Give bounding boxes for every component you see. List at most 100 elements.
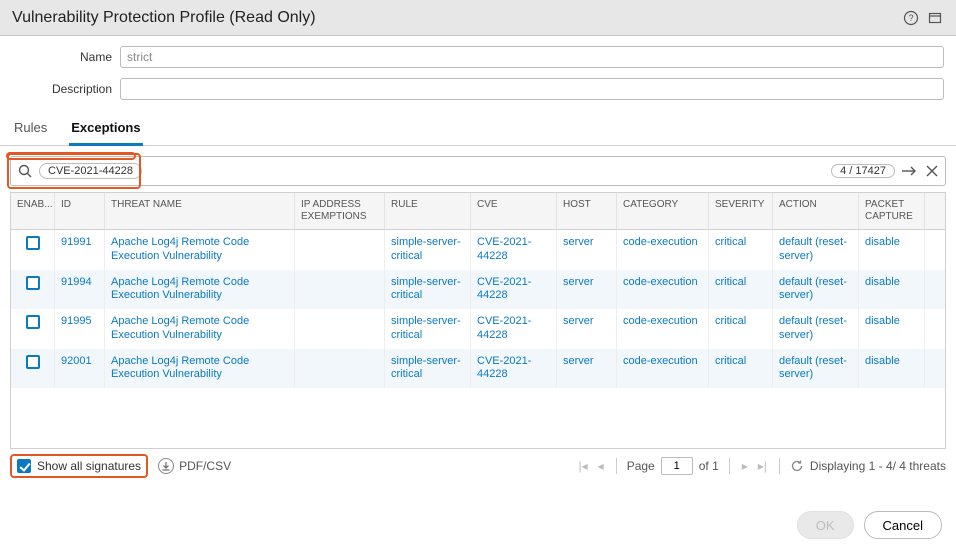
table-row[interactable]: 92001 Apache Log4j Remote Code Execution… (11, 349, 945, 389)
col-ip-exemptions[interactable]: IP ADDRESS EXEMPTIONS (295, 193, 385, 229)
page-last-icon[interactable]: ▸| (756, 459, 769, 473)
col-rule[interactable]: RULE (385, 193, 471, 229)
cell-ip-exemptions (295, 349, 385, 389)
col-cve[interactable]: CVE (471, 193, 557, 229)
col-id[interactable]: ID (55, 193, 105, 229)
col-category[interactable]: CATEGORY (617, 193, 709, 229)
table-row[interactable]: 91995 Apache Log4j Remote Code Execution… (11, 309, 945, 349)
cancel-button[interactable]: Cancel (864, 511, 942, 539)
cell-cve[interactable]: CVE-2021-44228 (477, 355, 531, 381)
cell-packet-capture[interactable]: disable (865, 355, 900, 367)
cell-host[interactable]: server (563, 276, 594, 288)
arrow-right-icon[interactable] (901, 164, 919, 178)
cell-category[interactable]: code-execution (623, 236, 698, 248)
cell-threat-name[interactable]: Apache Log4j Remote Code Execution Vulne… (111, 355, 249, 381)
search-result-count: 4 / 17427 (831, 164, 895, 178)
tab-rules[interactable]: Rules (12, 114, 49, 145)
show-all-label: Show all signatures (37, 459, 141, 473)
row-checkbox[interactable] (26, 315, 40, 329)
cell-severity[interactable]: critical (715, 355, 746, 367)
cell-cve[interactable]: CVE-2021-44228 (477, 315, 531, 341)
window-title: Vulnerability Protection Profile (Read O… (12, 9, 316, 27)
col-host[interactable]: HOST (557, 193, 617, 229)
col-packet-capture[interactable]: PACKET CAPTURE (859, 193, 925, 229)
cell-cve[interactable]: CVE-2021-44228 (477, 236, 531, 262)
table-footer: Show all signatures PDF/CSV |◂ ◂ Page of… (10, 449, 946, 483)
row-checkbox[interactable] (26, 236, 40, 250)
description-field[interactable] (120, 78, 944, 100)
name-field[interactable] (120, 46, 944, 68)
cell-packet-capture[interactable]: disable (865, 276, 900, 288)
show-all-checkbox[interactable] (17, 459, 31, 473)
search-bar: CVE-2021-44228 4 / 17427 (10, 156, 946, 186)
cell-rule[interactable]: simple-server-critical (391, 276, 461, 302)
cell-id[interactable]: 91991 (61, 236, 92, 248)
svg-text:?: ? (908, 13, 913, 23)
search-query-pill[interactable]: CVE-2021-44228 (39, 163, 142, 179)
cell-host[interactable]: server (563, 315, 594, 327)
cell-packet-capture[interactable]: disable (865, 315, 900, 327)
cell-ip-exemptions (295, 270, 385, 310)
table-header: ENAB... ID THREAT NAME IP ADDRESS EXEMPT… (10, 192, 946, 230)
cell-action[interactable]: default (reset-server) (779, 236, 847, 262)
page-label: Page (627, 459, 655, 473)
cell-threat-name[interactable]: Apache Log4j Remote Code Execution Vulne… (111, 236, 249, 262)
download-icon (158, 458, 174, 474)
cell-category[interactable]: code-execution (623, 276, 698, 288)
cell-category[interactable]: code-execution (623, 355, 698, 367)
window-mode-icon[interactable] (926, 9, 944, 27)
tab-exceptions[interactable]: Exceptions (69, 114, 142, 146)
cell-host[interactable]: server (563, 355, 594, 367)
cell-id[interactable]: 92001 (61, 355, 92, 367)
col-action[interactable]: ACTION (773, 193, 859, 229)
cell-severity[interactable]: critical (715, 236, 746, 248)
cell-threat-name[interactable]: Apache Log4j Remote Code Execution Vulne… (111, 315, 249, 341)
page-of-label: of 1 (699, 459, 719, 473)
cell-packet-capture[interactable]: disable (865, 236, 900, 248)
page-prev-icon[interactable]: ◂ (596, 459, 606, 473)
tabs: Rules Exceptions (0, 114, 956, 146)
description-label: Description (12, 82, 112, 96)
ok-button: OK (797, 511, 854, 539)
cell-id[interactable]: 91994 (61, 276, 92, 288)
table-row[interactable]: 91994 Apache Log4j Remote Code Execution… (11, 270, 945, 310)
row-checkbox[interactable] (26, 355, 40, 369)
pdfcsv-label: PDF/CSV (179, 459, 231, 473)
name-row: Name (12, 46, 944, 68)
col-severity[interactable]: SEVERITY (709, 193, 773, 229)
page-first-icon[interactable]: |◂ (577, 459, 590, 473)
col-threat-name[interactable]: THREAT NAME (105, 193, 295, 229)
help-icon[interactable]: ? (902, 9, 920, 27)
row-checkbox[interactable] (26, 276, 40, 290)
refresh-icon[interactable] (790, 459, 804, 473)
cell-cve[interactable]: CVE-2021-44228 (477, 276, 531, 302)
search-icon (17, 163, 33, 179)
cell-category[interactable]: code-execution (623, 315, 698, 327)
cell-action[interactable]: default (reset-server) (779, 315, 847, 341)
cell-ip-exemptions (295, 230, 385, 270)
cell-rule[interactable]: simple-server-critical (391, 236, 461, 262)
table-row[interactable]: 91991 Apache Log4j Remote Code Execution… (11, 230, 945, 270)
cell-threat-name[interactable]: Apache Log4j Remote Code Execution Vulne… (111, 276, 249, 302)
cell-id[interactable]: 91995 (61, 315, 92, 327)
cell-ip-exemptions (295, 309, 385, 349)
window-titlebar: Vulnerability Protection Profile (Read O… (0, 0, 956, 36)
cell-rule[interactable]: simple-server-critical (391, 355, 461, 381)
page-number-input[interactable] (661, 457, 693, 475)
clear-search-icon[interactable] (925, 164, 939, 178)
page-next-icon[interactable]: ▸ (740, 459, 750, 473)
cell-rule[interactable]: simple-server-critical (391, 315, 461, 341)
cell-severity[interactable]: critical (715, 315, 746, 327)
export-pdf-csv[interactable]: PDF/CSV (158, 458, 231, 474)
show-all-signatures-toggle[interactable]: Show all signatures (10, 454, 148, 478)
paginator: |◂ ◂ Page of 1 ▸ ▸| Displaying 1 - 4/ 4 … (577, 457, 946, 475)
cell-host[interactable]: server (563, 236, 594, 248)
name-label: Name (12, 50, 112, 64)
displaying-label: Displaying 1 - 4/ 4 threats (810, 459, 946, 473)
col-enable[interactable]: ENAB... (11, 193, 55, 229)
cell-severity[interactable]: critical (715, 276, 746, 288)
table-body: 91991 Apache Log4j Remote Code Execution… (10, 230, 946, 449)
cell-action[interactable]: default (reset-server) (779, 355, 847, 381)
cell-action[interactable]: default (reset-server) (779, 276, 847, 302)
dialog-buttons: OK Cancel (0, 483, 956, 549)
